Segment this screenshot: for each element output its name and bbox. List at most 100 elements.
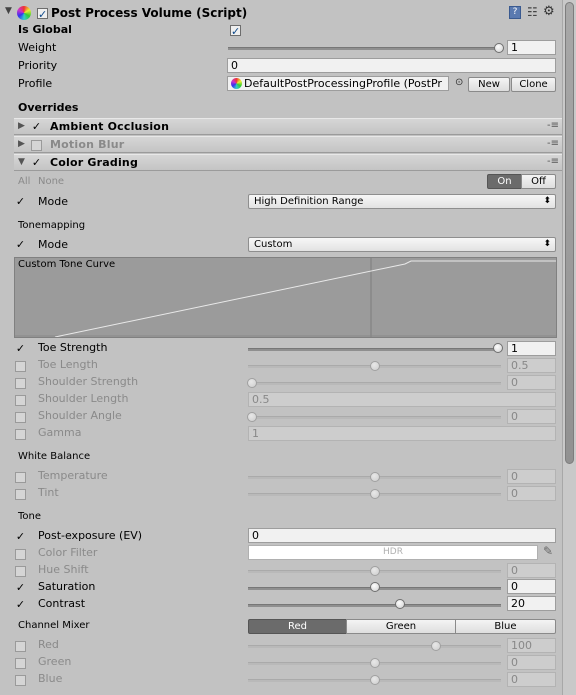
mode-dropdown[interactable]: High Definition Range ⬍ xyxy=(248,194,556,209)
blue-checkbox[interactable] xyxy=(15,675,26,686)
dropdown-arrow-icon: ⬍ xyxy=(543,196,551,206)
shoulder-strength-slider-track[interactable] xyxy=(248,382,501,385)
red-field[interactable]: 100 xyxy=(507,638,556,653)
tone-curve-line xyxy=(54,260,556,337)
ambient-occlusion-checkbox[interactable]: ✓ xyxy=(31,121,42,132)
shoulder-length-field[interactable]: 0.5 xyxy=(248,392,556,407)
weight-slider-track[interactable] xyxy=(228,47,500,50)
toe-strength-slider-knob[interactable] xyxy=(493,343,503,353)
contrast-checkbox[interactable]: ✓ xyxy=(15,599,26,610)
preset-icon[interactable]: ☷ xyxy=(527,5,538,19)
channel-tab-blue[interactable]: Blue xyxy=(455,619,556,634)
is-global-checkbox[interactable]: ✓ xyxy=(230,25,241,37)
profile-value: DefaultPostProcessingProfile (PostPr xyxy=(244,77,442,90)
green-slider-knob[interactable] xyxy=(370,658,380,668)
toe-length-slider-knob[interactable] xyxy=(370,361,380,371)
effect-header-ambient-occlusion[interactable]: ▶ ✓ Ambient Occlusion -≡ xyxy=(14,118,562,135)
temperature-checkbox[interactable] xyxy=(15,472,26,483)
custom-tone-curve-panel[interactable]: Custom Tone Curve xyxy=(14,257,557,338)
weight-slider-knob[interactable] xyxy=(494,43,504,53)
contrast-label: Contrast xyxy=(38,597,86,610)
tonemap-mode-override-checkbox[interactable]: ✓ xyxy=(15,239,26,250)
toe-strength-checkbox[interactable]: ✓ xyxy=(15,343,26,354)
context-menu-icon[interactable]: -≡ xyxy=(547,138,559,149)
saturation-slider-knob[interactable] xyxy=(370,582,380,592)
toe-strength-slider-track[interactable] xyxy=(248,348,501,351)
post-exposure-checkbox[interactable]: ✓ xyxy=(15,531,26,542)
shoulder-strength-slider-knob[interactable] xyxy=(247,378,257,388)
gear-icon[interactable]: ⚙ xyxy=(543,4,555,19)
clone-profile-button[interactable]: Clone xyxy=(511,77,556,92)
blue-field[interactable]: 0 xyxy=(507,672,556,687)
shoulder-angle-slider-knob[interactable] xyxy=(247,412,257,422)
effect-header-motion-blur[interactable]: ▶ Motion Blur -≡ xyxy=(14,136,562,153)
foldout-expanded-icon[interactable]: ▼ xyxy=(18,157,25,167)
tonemap-mode-dropdown[interactable]: Custom ⬍ xyxy=(248,237,556,252)
contrast-field[interactable]: 20 xyxy=(507,596,556,611)
component-title: Post Process Volume (Script) xyxy=(51,6,248,20)
contrast-slider-knob[interactable] xyxy=(395,599,405,609)
none-link[interactable]: None xyxy=(38,176,64,187)
motion-blur-checkbox[interactable] xyxy=(31,140,42,151)
mode-label: Mode xyxy=(38,195,68,208)
toe-length-field[interactable]: 0.5 xyxy=(507,358,556,373)
shoulder-length-checkbox[interactable] xyxy=(15,395,26,406)
weight-value-field[interactable]: 1 xyxy=(507,40,556,55)
context-menu-icon[interactable]: -≡ xyxy=(547,120,559,131)
tonemap-mode-label: Mode xyxy=(38,238,68,251)
component-enabled-checkbox[interactable]: ✓ xyxy=(37,8,48,20)
tint-field[interactable]: 0 xyxy=(507,486,556,501)
tint-slider-knob[interactable] xyxy=(370,489,380,499)
all-link[interactable]: All xyxy=(18,176,30,187)
priority-label: Priority xyxy=(18,59,58,72)
saturation-field[interactable]: 0 xyxy=(507,579,556,594)
toe-length-label: Toe Length xyxy=(38,358,98,371)
tint-checkbox[interactable] xyxy=(15,489,26,500)
post-exposure-field[interactable]: 0 xyxy=(248,528,556,543)
shoulder-angle-checkbox[interactable] xyxy=(15,412,26,423)
scrollbar-thumb[interactable] xyxy=(565,2,574,464)
toe-strength-field[interactable]: 1 xyxy=(507,341,556,356)
color-filter-swatch[interactable]: HDR xyxy=(248,545,538,560)
red-checkbox[interactable] xyxy=(15,641,26,652)
mode-override-checkbox[interactable]: ✓ xyxy=(15,196,26,207)
new-profile-button[interactable]: New xyxy=(468,77,510,92)
green-checkbox[interactable] xyxy=(15,658,26,669)
foldout-collapsed-icon[interactable]: ▶ xyxy=(18,121,25,131)
red-slider-track[interactable] xyxy=(248,645,501,648)
contrast-slider-track[interactable] xyxy=(248,604,501,607)
shoulder-angle-slider-track[interactable] xyxy=(248,416,501,419)
hue-shift-field[interactable]: 0 xyxy=(507,563,556,578)
toe-length-checkbox[interactable] xyxy=(15,361,26,372)
off-toggle[interactable]: Off xyxy=(521,174,556,189)
color-filter-checkbox[interactable] xyxy=(15,549,26,560)
toe-strength-label: Toe Strength xyxy=(38,341,108,354)
on-toggle[interactable]: On xyxy=(487,174,522,189)
effect-header-color-grading[interactable]: ▼ ✓ Color Grading -≡ xyxy=(14,154,562,171)
saturation-checkbox[interactable]: ✓ xyxy=(15,582,26,593)
vertical-scrollbar[interactable] xyxy=(562,0,576,695)
green-field[interactable]: 0 xyxy=(507,655,556,670)
profile-object-field[interactable]: DefaultPostProcessingProfile (PostPr xyxy=(227,76,449,91)
hue-shift-checkbox[interactable] xyxy=(15,566,26,577)
foldout-arrow-icon[interactable]: ▼ xyxy=(5,6,12,16)
hue-shift-slider-knob[interactable] xyxy=(370,566,380,576)
eyedropper-icon[interactable]: ✎ xyxy=(543,544,553,558)
help-icon[interactable]: ? xyxy=(509,6,521,19)
foldout-collapsed-icon[interactable]: ▶ xyxy=(18,139,25,149)
object-picker-icon[interactable]: ⊙ xyxy=(455,77,463,88)
temperature-field[interactable]: 0 xyxy=(507,469,556,484)
shoulder-strength-field[interactable]: 0 xyxy=(507,375,556,390)
temperature-slider-knob[interactable] xyxy=(370,472,380,482)
context-menu-icon[interactable]: -≡ xyxy=(547,156,559,167)
priority-field[interactable]: 0 xyxy=(227,58,556,73)
shoulder-angle-field[interactable]: 0 xyxy=(507,409,556,424)
blue-slider-knob[interactable] xyxy=(370,675,380,685)
channel-tab-red[interactable]: Red xyxy=(248,619,347,634)
color-grading-checkbox[interactable]: ✓ xyxy=(31,157,42,168)
gamma-checkbox[interactable] xyxy=(15,429,26,440)
gamma-field[interactable]: 1 xyxy=(248,426,556,441)
shoulder-strength-checkbox[interactable] xyxy=(15,378,26,389)
red-slider-knob[interactable] xyxy=(431,641,441,651)
channel-tab-green[interactable]: Green xyxy=(346,619,456,634)
